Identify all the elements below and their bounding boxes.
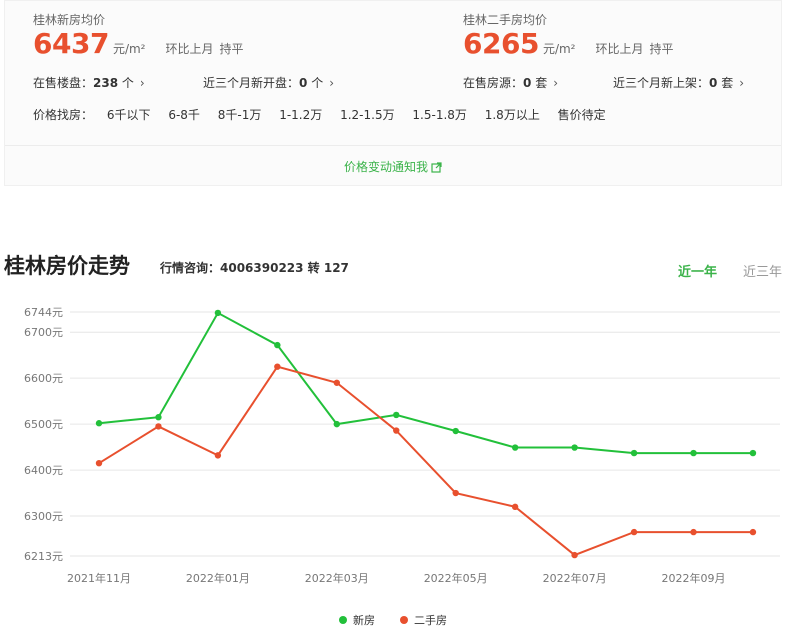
new-home-on-sale-label: 在售楼盘：: [33, 76, 94, 90]
price-summary-panel: 桂林新房均价 6437 元/m² 环比上月 持平 在售楼盘：238 个 › 近三个月…: [4, 0, 782, 186]
new-home-on-sale-link[interactable]: 在售楼盘：238 个 ›: [33, 74, 145, 91]
data-point-new: [214, 309, 222, 317]
second-hand-compare-label: 环比上月: [595, 42, 644, 56]
price-filter-label: 价格找房：: [33, 108, 94, 122]
y-tick-label: 6600元: [24, 372, 63, 385]
price-trend-chart: 6744元 6700元 6600元 6500元 6400元 6300元 6213元 2021年…: [24, 306, 780, 585]
hotline-text: 行情咨询：4006390223 转 127: [160, 261, 349, 275]
tab-one-year[interactable]: 近一年: [678, 261, 717, 280]
data-point-second: [452, 489, 459, 497]
y-tick-label: 6744元: [24, 306, 63, 319]
chevron-right-icon: ›: [139, 76, 145, 90]
legend-label-second: 二手房: [414, 614, 447, 627]
data-point-second: [630, 528, 638, 536]
data-point-new: [571, 444, 578, 451]
second-hand-price: 6265: [463, 27, 539, 60]
new-home-title: 桂林新房均价: [33, 13, 106, 27]
data-point-second: [95, 459, 103, 467]
data-point-new: [749, 449, 757, 457]
data-point-second: [749, 528, 757, 536]
price-filter-option[interactable]: 6-8千: [168, 108, 200, 122]
second-hand-recent-listed-label: 近三个月新上架：: [613, 76, 710, 90]
new-home-on-sale-count: 238: [93, 76, 119, 90]
data-point-new: [274, 341, 281, 349]
legend-dot-new: [339, 616, 347, 624]
price-filter-option[interactable]: 1-1.2万: [279, 108, 322, 122]
second-hand-on-sale-label: 在售房源：: [463, 76, 524, 90]
data-point-new: [333, 420, 340, 428]
x-tick-label: 2021年11月: [67, 571, 131, 585]
price-notify-link[interactable]: 价格变动通知我: [5, 158, 781, 175]
new-home-compare-value: 持平: [219, 42, 244, 56]
y-tick-label: 6213元: [24, 550, 63, 563]
data-point-new: [630, 449, 638, 457]
data-point-second: [155, 423, 162, 430]
new-home-price-row: 6437 元/m² 环比上月 持平: [33, 27, 244, 60]
x-tick-label: 2022年03月: [305, 571, 369, 585]
data-point-second: [511, 503, 519, 511]
price-filter-option[interactable]: 售价待定: [558, 108, 606, 122]
data-point-new: [452, 427, 459, 435]
new-home-price-unit: 元/m²: [112, 42, 146, 56]
second-hand-price-row: 6265 元/m² 环比上月 持平: [463, 27, 674, 60]
second-hand-title: 桂林二手房均价: [463, 13, 548, 27]
data-point-second: [274, 363, 281, 370]
y-tick-label: 6300元: [24, 510, 63, 523]
data-point-second: [333, 379, 340, 386]
data-point-second: [571, 551, 578, 559]
legend-label-new: 新房: [353, 614, 375, 627]
x-tick-label: 2022年05月: [424, 571, 488, 585]
data-point-new: [95, 420, 103, 427]
new-home-recent-open-unit: 个: [307, 76, 324, 90]
second-hand-recent-listed-link[interactable]: 近三个月新上架：0 套 ›: [613, 74, 744, 91]
x-tick-label: 2022年01月: [186, 571, 250, 585]
second-hand-compare-value: 持平: [649, 42, 674, 56]
second-hand-on-sale-link[interactable]: 在售房源：0 套 ›: [463, 74, 558, 91]
price-filter-option[interactable]: 1.8万以上: [485, 108, 540, 122]
new-home-compare: 环比上月 持平: [165, 40, 243, 57]
legend-dot-second: [400, 616, 408, 624]
series-line-second: [98, 365, 753, 557]
data-point-second: [690, 528, 697, 536]
chevron-right-icon: ›: [739, 76, 745, 90]
data-point-second: [214, 452, 222, 459]
tab-three-years[interactable]: 近三年: [743, 261, 782, 280]
data-point-new: [393, 411, 400, 419]
price-filter-option[interactable]: 1.2-1.5万: [340, 108, 395, 122]
second-hand-recent-listed-unit: 套: [717, 76, 734, 90]
second-hand-price-unit: 元/m²: [542, 42, 576, 56]
chevron-right-icon: ›: [329, 76, 335, 90]
legend-item-second[interactable]: 二手房: [400, 612, 447, 628]
price-notify-label: 价格变动通知我: [343, 160, 428, 174]
new-home-price: 6437: [33, 27, 109, 60]
new-home-on-sale-unit: 个: [118, 76, 134, 90]
new-home-compare-label: 环比上月: [165, 42, 214, 56]
x-tick-label: 2022年09月: [662, 571, 726, 585]
panel-divider: [5, 145, 781, 146]
x-tick-label: 2022年07月: [543, 571, 607, 585]
new-home-recent-open-label: 近三个月新开盘：: [203, 76, 300, 90]
y-tick-label: 6500元: [24, 418, 63, 431]
second-hand-on-sale-unit: 套: [531, 76, 548, 90]
price-filter-option[interactable]: 6千以下: [107, 108, 151, 122]
data-point-new: [690, 449, 697, 457]
y-tick-label: 6700元: [24, 326, 63, 339]
legend-item-new[interactable]: 新房: [339, 612, 375, 628]
data-point-new: [155, 414, 162, 421]
new-home-recent-open-link[interactable]: 近三个月新开盘：0 个 ›: [203, 74, 334, 91]
chevron-right-icon: ›: [553, 76, 559, 90]
trend-title: 桂林房价走势: [4, 254, 130, 278]
external-link-icon: [431, 162, 442, 173]
data-point-new: [511, 444, 519, 451]
series-line-new: [98, 311, 753, 455]
price-filter-option[interactable]: 1.5-1.8万: [412, 108, 467, 122]
price-filter-option[interactable]: 8千-1万: [218, 108, 262, 122]
data-point-second: [393, 427, 400, 434]
price-filter-row: 价格找房： 6千以下 6-8千 8千-1万 1-1.2万 1.2-1.5万 1.…: [33, 106, 620, 123]
second-hand-compare: 环比上月 持平: [595, 40, 673, 57]
y-tick-label: 6400元: [24, 464, 63, 477]
